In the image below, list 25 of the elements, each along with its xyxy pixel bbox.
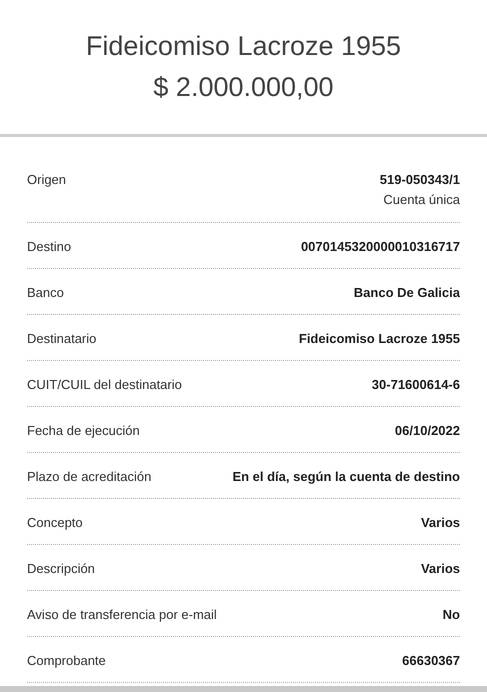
field-value: Banco De Galicia — [354, 284, 460, 302]
field-label: Destino — [27, 238, 72, 256]
field-label: Plazo de acreditación — [27, 468, 152, 486]
field-value: 30-71600614-6 — [372, 376, 460, 394]
field-label: Aviso de transferencia por e-mail — [27, 606, 217, 624]
field-value: No — [442, 606, 460, 624]
field-label: Comprobante — [27, 652, 106, 670]
amount: $ 2.000.000,00 — [153, 74, 334, 101]
field-label: Concepto — [27, 514, 83, 532]
field-value: 66630367 — [402, 652, 460, 670]
field-label: Destinatario — [27, 330, 96, 348]
field-value: 0070145320000010316717 — [300, 238, 460, 256]
payee-title: Fideicomiso Lacroze 1955 — [86, 33, 402, 60]
field-label: Fecha de ejecución — [27, 422, 140, 440]
field-label: CUIT/CUIL del destinatario — [27, 376, 182, 394]
field-label: Origen — [27, 171, 66, 189]
field-value: Fideicomiso Lacroze 1955 — [298, 330, 460, 348]
field-note: Cuenta única — [383, 191, 460, 209]
field-value: Varios — [420, 560, 460, 578]
field-label: Banco — [27, 284, 64, 302]
field-value: En el día, según la cuenta de destino — [232, 468, 460, 486]
field-value: Varios — [420, 514, 460, 532]
field-value: 519-050343/1 — [380, 171, 460, 189]
field-label: Descripción — [27, 560, 95, 578]
field-value: 06/10/2022 — [394, 422, 460, 440]
